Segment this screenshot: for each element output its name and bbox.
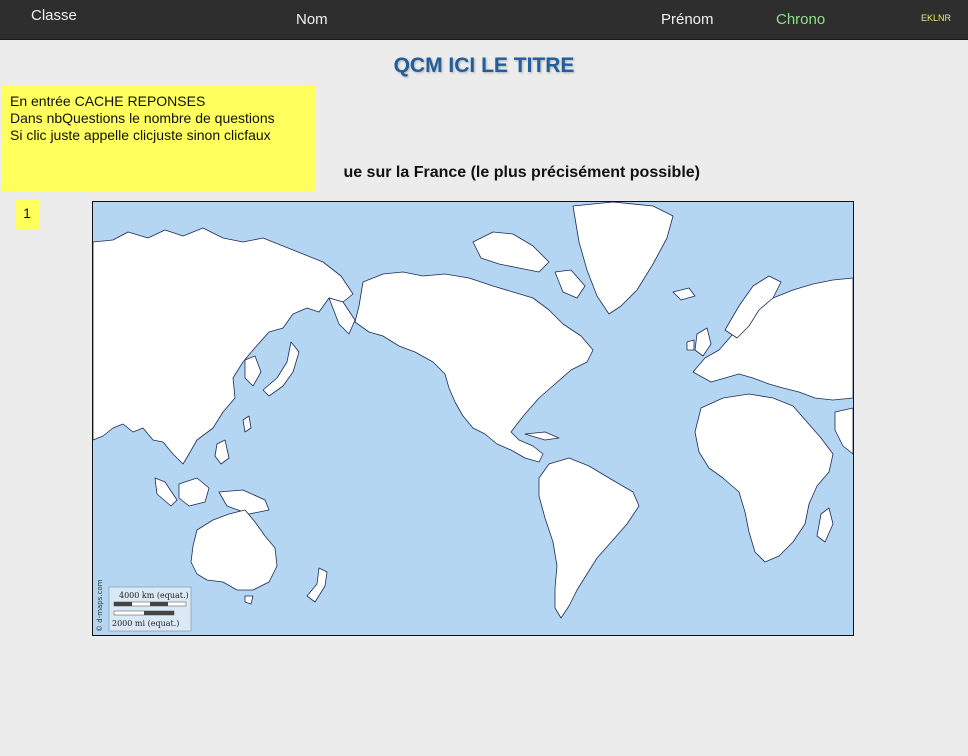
classe-field[interactable]: Classe xyxy=(31,7,77,24)
question-number: 1 xyxy=(15,199,39,230)
note-line-2: Dans nbQuestions le nombre de questions xyxy=(10,110,275,126)
nom-field[interactable]: Nom xyxy=(296,11,328,28)
instructions-note: En entrée CACHE REPONSES Dans nbQuestion… xyxy=(2,85,316,191)
prenom-field[interactable]: Prénom xyxy=(661,11,714,28)
page-title: QCM ICI LE TITRE xyxy=(393,54,575,77)
chrono-timer: Chrono xyxy=(776,11,826,28)
world-map-svg[interactable]: © d-maps.com 4000 km (equat.) 2000 mi (e… xyxy=(93,202,853,635)
map-scale: 4000 km (equat.) 2000 mi (equat.) xyxy=(108,586,192,632)
top-bar: Classe Nom Prénom Chrono EKLNR xyxy=(0,0,968,40)
session-code: EKLNR xyxy=(921,13,952,23)
scale-mi-label: 2000 mi (equat.) xyxy=(112,619,179,628)
scale-km-label: 4000 km (equat.) xyxy=(119,591,189,600)
note-line-1: En entrée CACHE REPONSES xyxy=(10,93,206,109)
land-ireland[interactable] xyxy=(686,339,695,351)
note-line-3: Si clic juste appelle clicjuste sinon cl… xyxy=(10,127,271,143)
map-credit: © d-maps.com xyxy=(96,579,104,632)
world-map[interactable]: © d-maps.com 4000 km (equat.) 2000 mi (e… xyxy=(92,201,854,636)
